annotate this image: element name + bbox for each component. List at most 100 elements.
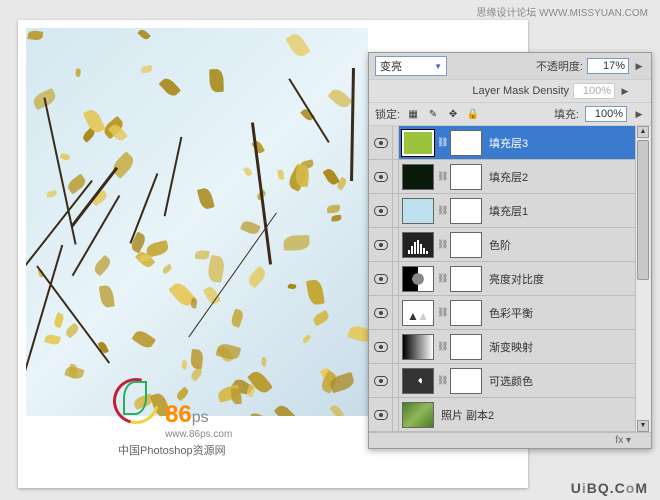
visibility-toggle[interactable] [369,194,393,227]
eye-icon [374,342,388,352]
layer-name[interactable]: 亮度对比度 [485,271,633,287]
link-chain-icon: ⛓ [437,375,447,386]
mask-thumbnail[interactable] [450,130,482,156]
chevron-down-icon: ▼ [434,62,442,71]
layer-name[interactable]: 填充层1 [485,203,633,219]
layers-panel: 变亮 ▼ 不透明度: 17% ▶ Layer Mask Density 100%… [368,52,652,449]
link-column [393,330,399,363]
opacity-caret-icon[interactable]: ▶ [633,61,645,72]
link-chain-icon: ⛓ [437,171,447,182]
layer-thumbnail[interactable] [402,198,434,224]
link-column [393,364,399,397]
link-column [393,126,399,159]
mask-thumbnail[interactable] [450,300,482,326]
link-chain-icon: ⛓ [437,307,447,318]
link-chain-icon: ⛓ [437,137,447,148]
visibility-toggle[interactable] [369,398,393,431]
mask-thumbnail[interactable] [450,164,482,190]
fill-label: 填充: [554,106,579,122]
scroll-up-icon[interactable]: ▲ [637,126,649,138]
fill-input[interactable]: 100% [585,106,627,122]
visibility-toggle[interactable] [369,296,393,329]
eye-icon [374,376,388,386]
visibility-toggle[interactable] [369,330,393,363]
lock-pixels-icon[interactable]: ✎ [426,107,440,121]
lock-all-icon[interactable]: 🔒 [466,107,480,121]
density-input: 100% [573,83,615,99]
eye-icon [374,206,388,216]
link-chain-icon: ⛓ [437,239,447,250]
panel-bottom-bar: fx ▾ [369,432,651,448]
layer-thumbnail[interactable] [402,368,434,394]
link-column [393,160,399,193]
eye-icon [374,172,388,182]
scrollbar-thumb[interactable] [637,140,649,280]
scroll-down-icon[interactable]: ▼ [637,420,649,432]
lock-row: 锁定: ▦ ✎ ✥ 🔒 填充: 100% ▶ [369,103,651,126]
layer-thumbnail[interactable] [402,164,434,190]
header-site-text: 思缘设计论坛 WWW.MISSYUAN.COM [476,4,648,19]
fx-button[interactable]: fx ▾ [615,435,631,446]
visibility-toggle[interactable] [369,126,393,159]
lock-transparency-icon[interactable]: ▦ [406,107,420,121]
layer-row[interactable]: ⛓ 渐变映射 [369,330,651,364]
blend-mode-select[interactable]: 变亮 ▼ [375,56,447,76]
layer-name[interactable]: 照片 副本2 [437,407,633,423]
logo-86: 86 [165,401,192,428]
layer-thumbnail[interactable] [402,266,434,292]
layer-thumbnail[interactable] [402,130,434,156]
layer-thumbnail[interactable] [402,334,434,360]
mask-thumbnail[interactable] [450,232,482,258]
eye-icon [374,410,388,420]
mask-density-row: Layer Mask Density 100% ▶ [369,80,651,103]
footer-uibq: UiBQ.CoM [571,480,648,496]
layer-name[interactable]: 填充层3 [485,135,633,151]
layer-name[interactable]: 可选颜色 [485,373,633,389]
layer-name[interactable]: 色彩平衡 [485,305,633,321]
layer-row[interactable]: 照片 副本2 [369,398,651,432]
link-column [393,228,399,261]
visibility-toggle[interactable] [369,160,393,193]
canvas-image [26,28,368,416]
visibility-toggle[interactable] [369,228,393,261]
link-chain-icon: ⛓ [437,205,447,216]
lock-position-icon[interactable]: ✥ [446,107,460,121]
mask-thumbnail[interactable] [450,368,482,394]
layer-row[interactable]: ⛓ 色彩平衡 [369,296,651,330]
opacity-label: 不透明度: [536,58,583,74]
blend-row: 变亮 ▼ 不透明度: 17% ▶ [369,53,651,80]
scrollbar-track[interactable]: ▲ ▼ [635,126,651,432]
layer-thumbnail[interactable] [402,300,434,326]
mask-thumbnail[interactable] [450,198,482,224]
logo-url: www.86ps.com [165,429,232,440]
link-column [393,398,399,431]
layer-row[interactable]: ⛓ 填充层1 [369,194,651,228]
blend-mode-value: 变亮 [380,58,402,74]
visibility-toggle[interactable] [369,262,393,295]
density-label: Layer Mask Density [472,85,569,97]
link-chain-icon: ⛓ [437,341,447,352]
logo-swirl-icon [108,373,158,423]
layer-row[interactable]: ⛓ 亮度对比度 [369,262,651,296]
layer-name[interactable]: 填充层2 [485,169,633,185]
mask-thumbnail[interactable] [450,266,482,292]
fill-caret-icon[interactable]: ▶ [633,109,645,120]
layer-row[interactable]: ⛓ 填充层3 [369,126,651,160]
layer-thumbnail[interactable] [402,402,434,428]
layer-row[interactable]: ⛓ 色阶 [369,228,651,262]
layer-name[interactable]: 色阶 [485,237,633,253]
layer-row[interactable]: ⛓ 填充层2 [369,160,651,194]
link-column [393,262,399,295]
visibility-toggle[interactable] [369,364,393,397]
watermark-86ps: 86ps www.86ps.com [108,373,232,440]
layer-name[interactable]: 渐变映射 [485,339,633,355]
link-chain-icon: ⛓ [437,273,447,284]
layer-thumbnail[interactable] [402,232,434,258]
layer-row[interactable]: ⛓ 可选颜色 [369,364,651,398]
opacity-input[interactable]: 17% [587,58,629,74]
mask-thumbnail[interactable] [450,334,482,360]
lock-label: 锁定: [375,106,400,122]
link-column [393,296,399,329]
eye-icon [374,138,388,148]
eye-icon [374,240,388,250]
